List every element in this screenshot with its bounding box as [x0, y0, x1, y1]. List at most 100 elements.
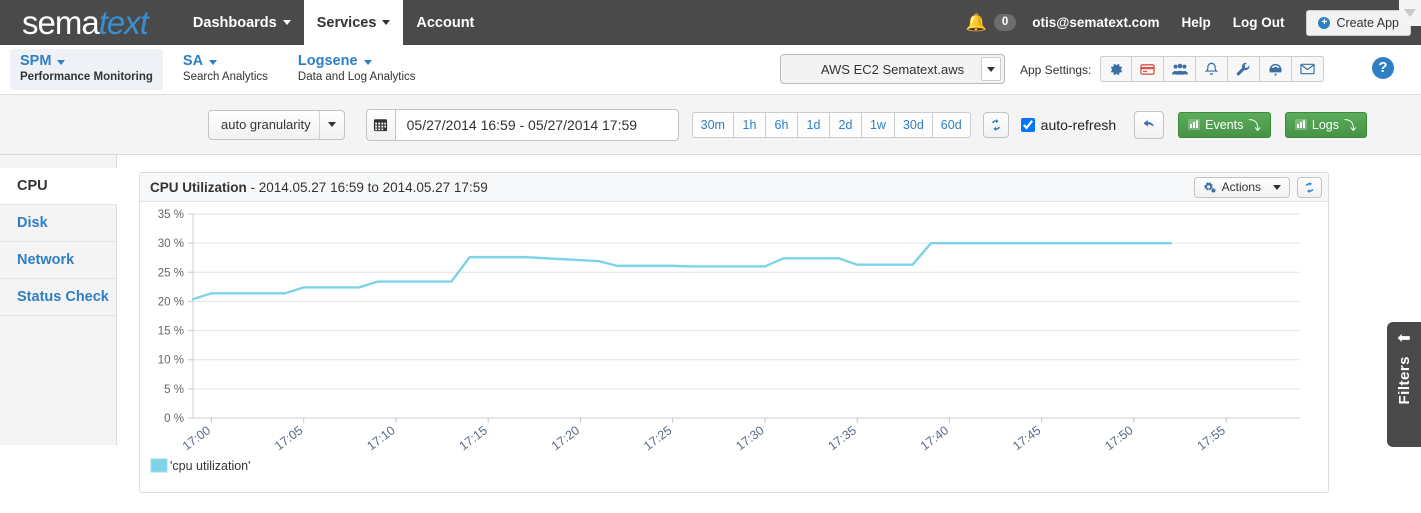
panel-title-metric: CPU Utilization [150, 179, 247, 195]
logout-link[interactable]: Log Out [1233, 15, 1285, 30]
y-axis-tick-label: 0 % [164, 413, 184, 425]
y-axis-tick-label: 20 % [158, 296, 184, 308]
panel-title: CPU Utilization - 2014.05.27 16:59 to 20… [150, 180, 488, 195]
bell-icon[interactable] [1196, 56, 1228, 82]
sematext-logo[interactable]: sematext [22, 4, 149, 41]
app-selector-value: AWS EC2 Sematext.aws [820, 61, 965, 77]
cpu-utilization-line-chart[interactable]: 0 % 5 % 10 % 15 % 20 % 25 % 30 % 35 % 17:00 17:05… [140, 202, 1328, 490]
chevron-down-icon [363, 60, 372, 66]
refresh-icon [991, 118, 1000, 131]
chevron-down-icon [57, 60, 66, 66]
scrollbar-down-arrow[interactable] [1399, 0, 1421, 26]
range-button-6h[interactable]: 6h [765, 111, 798, 138]
undo-button[interactable] [1134, 110, 1165, 139]
chevron-down-icon [327, 122, 336, 127]
envelope-icon[interactable] [1292, 56, 1324, 82]
sidebar-item-network[interactable]: Network [0, 242, 116, 279]
x-axis-tick-label: 17:50 [1102, 423, 1135, 453]
y-axis-tick-label: 30 % [158, 238, 184, 250]
main-nav-items: Dashboards Services Account [180, 0, 487, 45]
chart-container: 0 % 5 % 10 % 15 % 20 % 25 % 30 % 35 % 17:00 17:05… [140, 202, 1328, 492]
y-axis-tick-label: 35 % [158, 209, 184, 221]
top-navigation-bar: sematext Dashboards Services Account 🔔 0… [0, 0, 1421, 45]
time-range-toolbar: auto granularity 05/27/2014 16:59 - 05/2… [0, 95, 1421, 155]
product-tab-sa[interactable]: SA Search Analytics [173, 49, 278, 89]
users-group-icon[interactable] [1164, 56, 1196, 82]
y-axis-tick-label: 10 % [158, 355, 184, 367]
y-axis-tick-label: 25 % [158, 267, 184, 279]
range-button-30d[interactable]: 30d [894, 111, 933, 138]
x-axis-tick-label: 17:40 [918, 423, 951, 453]
sidebar-item-disk[interactable]: Disk [0, 205, 116, 242]
granularity-dropdown[interactable]: auto granularity [208, 109, 345, 140]
create-app-button[interactable]: + Create App [1306, 9, 1411, 36]
product-tab-logsene-name: Logsene [297, 53, 358, 70]
app-selector-wrapper: AWS EC2 Sematext.aws [780, 54, 1005, 84]
product-tab-sa-name-row: SA [183, 53, 268, 70]
range-button-1h[interactable]: 1h [733, 111, 766, 138]
wrench-icon[interactable] [1228, 56, 1260, 82]
product-tab-logsene[interactable]: Logsene Data and Log Analytics [288, 49, 426, 89]
x-axis-tick-label: 17:35 [826, 423, 859, 453]
panel-refresh-button[interactable] [1297, 176, 1322, 198]
notification-count-badge[interactable]: 0 [993, 13, 1017, 32]
range-button-30m[interactable]: 30m [691, 111, 734, 138]
chevron-down-icon [282, 20, 291, 25]
calendar-picker-button[interactable] [365, 108, 396, 141]
x-axis-tick-label: 17:55 [1195, 423, 1228, 453]
credit-card-icon[interactable] [1132, 56, 1164, 82]
create-app-label: Create App [1336, 15, 1399, 30]
product-tab-logsene-subtitle: Data and Log Analytics [297, 71, 416, 84]
product-tab-sa-subtitle: Search Analytics [182, 71, 268, 84]
help-question-icon[interactable]: ? [1372, 57, 1394, 79]
range-button-60d[interactable]: 60d [932, 111, 971, 138]
refresh-button[interactable] [982, 111, 1009, 138]
x-axis-tick-label: 17:15 [457, 423, 490, 453]
product-tab-sa-name: SA [182, 53, 204, 70]
filters-side-tab[interactable]: ⬅ Filters [1387, 322, 1421, 447]
gear-icon[interactable] [1100, 56, 1132, 82]
main-content-area: CPU Disk Network Status Check CPU Utiliz… [0, 155, 1421, 493]
nav-item-services[interactable]: Services [303, 0, 404, 45]
y-axis-tick-label: 5 % [164, 384, 184, 396]
x-axis-tick-label: 17:10 [364, 423, 397, 453]
user-email-link[interactable]: otis@sematext.com [1032, 15, 1159, 30]
bell-icon[interactable]: 🔔 [966, 13, 987, 33]
sidebar-item-cpu[interactable]: CPU [0, 168, 117, 205]
product-tab-spm-subtitle: Performance Monitoring [20, 71, 153, 84]
undo-arrow-icon [1143, 120, 1154, 127]
calendar-icon [374, 119, 388, 132]
actions-button[interactable]: Actions [1193, 176, 1290, 198]
nav-item-dashboards[interactable]: Dashboards [180, 0, 304, 45]
plus-circle-icon: + [1318, 16, 1331, 29]
date-range-input[interactable]: 05/27/2014 16:59 - 05/27/2014 17:59 [395, 108, 679, 141]
range-button-1d[interactable]: 1d [797, 111, 830, 138]
app-settings-icon-bar [1100, 56, 1324, 82]
x-axis-tick-label: 17:45 [1010, 423, 1043, 453]
product-tab-spm-name-row: SPM [20, 53, 153, 70]
chevron-down-icon [981, 57, 1001, 81]
help-link[interactable]: Help [1181, 15, 1210, 30]
arrow-down-icon: ⤵ [1343, 119, 1357, 133]
logo-text-text: text [98, 4, 149, 41]
divider [318, 110, 320, 139]
arrow-left-icon: ⬅ [1397, 330, 1411, 347]
nav-item-account[interactable]: Account [403, 0, 487, 45]
range-button-1w[interactable]: 1w [861, 111, 895, 138]
panel-tools: Actions [1193, 176, 1322, 198]
panel-header: CPU Utilization - 2014.05.27 16:59 to 20… [140, 173, 1328, 202]
nav-item-services-label: Services [316, 14, 377, 31]
app-settings-label: App Settings: [1020, 62, 1092, 77]
speedometer-icon[interactable] [1260, 56, 1292, 82]
nav-item-dashboards-label: Dashboards [192, 14, 277, 31]
events-button[interactable]: Events ⤵ [1178, 111, 1271, 138]
chevron-down-icon [382, 20, 391, 25]
chevron-down-icon [1273, 184, 1281, 190]
auto-refresh-toggle[interactable]: auto-refresh [1020, 117, 1116, 133]
app-selector-dropdown[interactable]: AWS EC2 Sematext.aws [780, 54, 1005, 84]
logs-button[interactable]: Logs ⤵ [1284, 111, 1367, 138]
range-button-2d[interactable]: 2d [829, 111, 862, 138]
auto-refresh-checkbox[interactable] [1020, 117, 1035, 132]
product-tab-spm[interactable]: SPM Performance Monitoring [10, 49, 163, 90]
sidebar-item-status-check[interactable]: Status Check [0, 279, 116, 316]
